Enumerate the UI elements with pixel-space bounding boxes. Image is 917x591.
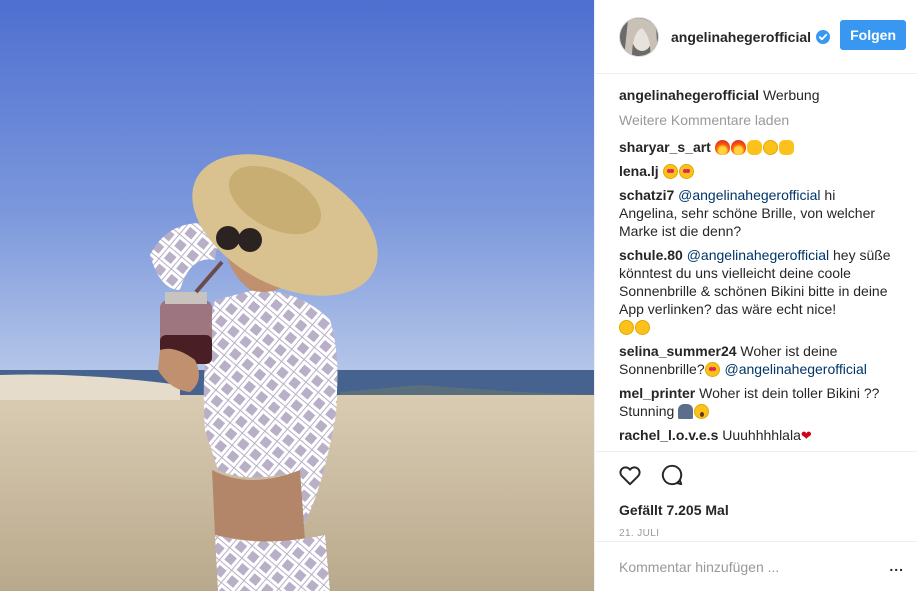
comment-username[interactable]: mel_printer <box>619 385 695 401</box>
comment-emojis <box>714 139 795 155</box>
post-actions: Gefällt 7.205 Mal 21. JULI <box>595 451 917 541</box>
fire-emoji-icon <box>730 140 746 155</box>
comment-input[interactable] <box>619 558 894 575</box>
heart-icon[interactable] <box>617 462 643 488</box>
thumbs-up-emoji-icon <box>778 140 794 155</box>
red-heart-emoji-icon: ❤ <box>800 428 812 443</box>
grin-emoji-icon <box>762 140 778 155</box>
instagram-post: angelinahegerofficial Folgen angelinaheg… <box>0 0 917 591</box>
action-icons <box>617 462 894 488</box>
post-photo[interactable] <box>0 0 594 591</box>
heart-eyes-emoji-icon <box>678 164 694 179</box>
comment-item: rachel_l.o.v.e.s Uuuhhhhlala❤ <box>619 426 894 444</box>
comment-username[interactable]: schule.80 <box>619 247 683 263</box>
person-emoji-icon <box>678 404 694 419</box>
caption: angelinahegerofficial Werbung <box>619 86 894 104</box>
comment-mention-link[interactable]: @angelinahegerofficial <box>678 187 820 203</box>
comment-item: sharyar_s_art <box>619 138 894 156</box>
caption-text: Werbung <box>762 87 820 103</box>
heart-eyes-emoji-icon <box>662 164 678 179</box>
comment-username[interactable]: rachel_l.o.v.e.s <box>619 427 718 443</box>
comment-username[interactable]: lena.lj <box>619 163 659 179</box>
comment-bubble-icon[interactable] <box>659 462 685 488</box>
avatar-image <box>620 17 658 56</box>
load-more-comments-link[interactable]: Weitere Kommentare laden <box>619 112 894 128</box>
verified-badge-icon <box>816 29 831 44</box>
comment-item: lena.lj <box>619 162 894 180</box>
post-side-panel: angelinahegerofficial Folgen angelinaheg… <box>594 0 917 591</box>
comment-username[interactable]: selina_summer24 <box>619 343 737 359</box>
comment-mention-link[interactable]: @angelinahegerofficial <box>687 247 829 263</box>
comment-username[interactable]: schatzi7 <box>619 187 674 203</box>
more-options-icon[interactable]: ... <box>889 559 904 573</box>
post-username[interactable]: angelinahegerofficial <box>671 29 831 45</box>
post-date[interactable]: 21. JULI <box>619 528 894 539</box>
avatar[interactable] <box>619 16 659 57</box>
heart-eyes-emoji-icon <box>704 362 720 377</box>
add-comment-bar: ... <box>595 541 917 591</box>
likes-count[interactable]: Gefällt 7.205 Mal <box>619 502 894 518</box>
follow-button[interactable]: Folgen <box>840 20 906 50</box>
ok-hand-emoji-icon <box>746 140 762 155</box>
comment-item: schule.80 @angelinahegerofficial hey süß… <box>619 246 894 336</box>
comment-mention-link[interactable]: @angelinahegerofficial <box>725 361 867 377</box>
comment-item: mel_printer Woher ist dein toller Bikini… <box>619 384 894 420</box>
post-username-text[interactable]: angelinahegerofficial <box>671 29 811 45</box>
comment-text: Uuuhhhhlala <box>718 427 801 443</box>
comments-list: angelinahegerofficial Werbung Weitere Ko… <box>595 74 917 451</box>
smile-blush-emoji-icon <box>635 320 650 335</box>
comment-username[interactable]: sharyar_s_art <box>619 139 711 155</box>
post-header: angelinahegerofficial Folgen <box>595 0 917 74</box>
beach-photo-image <box>0 0 594 591</box>
smile-emoji-icon <box>619 320 634 335</box>
caption-username[interactable]: angelinahegerofficial <box>619 87 759 103</box>
comment-item: selina_summer24 Woher ist deine Sonnenbr… <box>619 342 894 378</box>
scream-emoji-icon <box>694 404 710 419</box>
fire-emoji-icon <box>714 140 730 155</box>
comment-item: schatzi7 @angelinahegerofficial hi Angel… <box>619 186 894 240</box>
